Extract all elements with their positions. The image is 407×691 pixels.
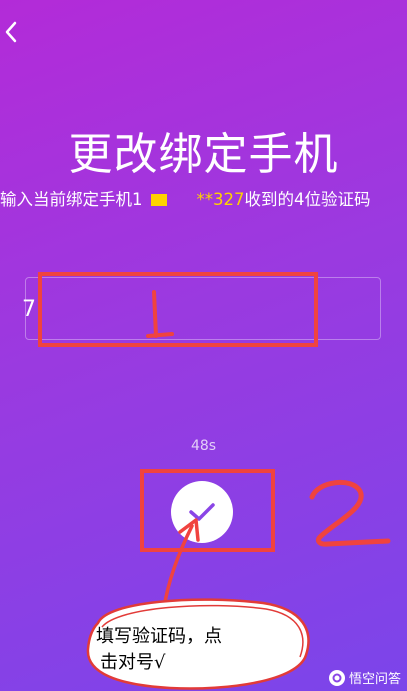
annotation-note-line-2: 击对号√ [100,652,166,673]
annotation-note-line-1: 填写验证码，点 [96,626,222,647]
chevron-left-icon [5,21,17,43]
back-button[interactable] [0,18,22,46]
watermark-text: 悟空问答 [348,672,401,687]
watermark: 悟空问答 [328,668,401,687]
phone-tail: 327 [213,190,245,209]
instruction-prefix: 输入当前绑定手机1 [0,190,143,209]
instruction-suffix: 收到的4位验证码 [244,190,371,209]
annotation-note: 填写验证码，点 击对号√ [96,624,296,676]
wukong-logo-icon [328,669,345,686]
annotation-label-2 [309,479,391,547]
instruction-text: 输入当前绑定手机1 **327收到的4位验证码 [0,188,407,212]
masked-digits: ** [196,190,214,209]
redaction-mark [150,194,167,206]
page-title: 更改绑定手机 [68,129,339,180]
annotation-label-1 [146,290,174,338]
countdown-timer: 48s [190,438,217,454]
